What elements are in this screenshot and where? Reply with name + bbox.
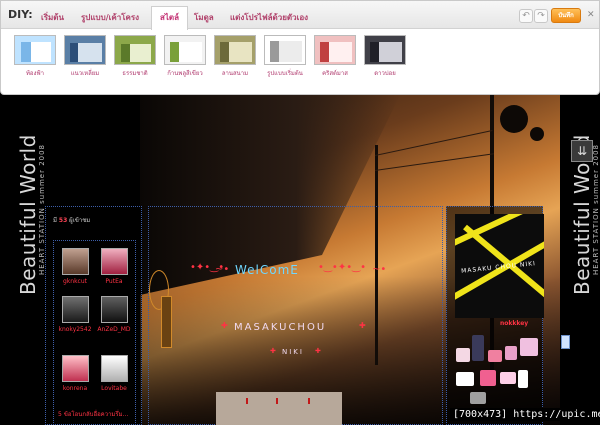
side-title-text: Beautiful World: [570, 134, 594, 295]
friend-name[interactable]: gknkcut: [57, 278, 93, 285]
image-host-watermark: [700x473] https://upic.me/: [450, 408, 600, 421]
friend-item[interactable]: gknkcut: [57, 248, 93, 285]
sparkle-decoration: ~•: [372, 264, 387, 275]
tab-layout[interactable]: รูปแบบ/เค้าโครง: [81, 11, 139, 24]
friend-item[interactable]: AnZeD_MD: [96, 296, 132, 333]
profile-banner: MASAKU CHOU NIKI: [455, 214, 544, 318]
tab-start[interactable]: เริ่มต้น: [41, 11, 64, 24]
star-icon: ✚: [359, 321, 366, 330]
photo-frame: [216, 392, 342, 425]
decor-dot: [530, 127, 544, 141]
left-sidebar: มี 53 ผู้เข้าชม gknkcut PutEa knoky2542 …: [45, 206, 142, 425]
sparkle-decoration: ~•: [215, 264, 230, 275]
sticker-tag: nokkkey: [500, 320, 529, 327]
sticker-icon: [488, 350, 502, 362]
star-icon: ✚: [315, 347, 321, 355]
decor-dot: [500, 105, 528, 133]
avatar[interactable]: [100, 296, 128, 323]
diy-label: DIY:: [8, 8, 33, 21]
theme-label: แนวเหลี่ยม: [70, 70, 100, 77]
theme-label: คริสต์มาส: [322, 70, 348, 77]
visitor-suffix: ผู้เข้าชม: [69, 217, 91, 224]
theme-thumbnail: [364, 35, 406, 65]
sticker-icon: [518, 370, 528, 388]
theme-label: ลานสนาม: [221, 70, 249, 77]
diy-toolbar: DIY: เริ่มต้น รูปแบบ/เค้าโครง สไตล์ โมดู…: [1, 1, 599, 30]
theme-christmas[interactable]: คริสต์มาส: [314, 35, 356, 78]
visitor-prefix: มี: [53, 217, 57, 224]
undo-icon[interactable]: ↶: [519, 9, 533, 23]
theme-stars[interactable]: ดาวบ่อย: [364, 35, 406, 78]
friend-name[interactable]: konrena: [57, 385, 93, 392]
theme-thumbnail: [264, 35, 306, 65]
friend-item[interactable]: konrena: [57, 355, 93, 392]
side-subtitle-text: HEART STATION summer 2008: [592, 143, 600, 275]
redo-icon[interactable]: ↷: [534, 9, 548, 23]
visitor-counter: มี 53 ผู้เข้าชม: [53, 215, 90, 225]
theme-green-leaf[interactable]: ก้านพลูสีเขียว: [164, 35, 206, 78]
avatar[interactable]: [61, 355, 89, 382]
friend-item[interactable]: Lovitabe: [96, 355, 132, 392]
sticker-icon: [470, 392, 486, 404]
theme-square[interactable]: แนวเหลี่ยม: [64, 35, 106, 78]
theme-label: ท้องฟ้า: [25, 70, 45, 77]
sticker-icon: [500, 372, 516, 384]
diy-panel: DIY: เริ่มต้น รูปแบบ/เค้าโครง สไตล์ โมดู…: [0, 0, 600, 95]
avatar[interactable]: [100, 355, 128, 382]
visitor-count: 53: [58, 217, 68, 224]
theme-thumbnail: [164, 35, 206, 65]
theme-thumbnail: [114, 35, 156, 65]
tab-module[interactable]: โมดูล: [194, 11, 214, 24]
avatar[interactable]: [100, 248, 128, 275]
theme-thumbnail: [14, 35, 56, 65]
bookmark-icon[interactable]: [561, 335, 570, 349]
theme-list: ท้องฟ้า แนวเหลี่ยม ธรรมชาติ ก้านพลูสีเขี…: [14, 35, 594, 85]
side-title-text: Beautiful World: [16, 134, 40, 295]
theme-thumbnail: [214, 35, 256, 65]
side-title-right: Beautiful World HEART STATION summer 200…: [570, 85, 600, 295]
sticker-icon: [520, 338, 538, 356]
theme-nature[interactable]: ธรรมชาติ: [114, 35, 156, 78]
tab-custom-profile[interactable]: แต่งโปรไฟล์ด้วยตัวเอง: [230, 11, 308, 24]
star-icon: ✚: [221, 321, 228, 330]
sticker-icon: [456, 348, 470, 362]
theme-thumbnail: [64, 35, 106, 65]
star-icon: ✚: [270, 347, 276, 355]
friend-name[interactable]: knoky2542: [57, 326, 93, 333]
friends-list: gknkcut PutEa knoky2542 AnZeD_MD konrena…: [53, 240, 136, 425]
sticker-icon: [456, 372, 474, 386]
friend-item[interactable]: PutEa: [96, 248, 132, 285]
tab-style[interactable]: สไตล์: [151, 6, 189, 30]
theme-label: รูปแบบเริ่มต้น: [267, 70, 303, 77]
friend-name[interactable]: PutEa: [96, 278, 132, 285]
theme-sky[interactable]: ท้องฟ้า: [14, 35, 56, 78]
hanging-tag: [161, 296, 172, 348]
sticker-icon: [472, 335, 484, 361]
welcome-heading: WelComE: [235, 263, 299, 277]
profile-nickname: NIKI: [282, 348, 304, 356]
sticker-icon: [480, 370, 496, 386]
theme-label: ธรรมชาติ: [122, 70, 148, 77]
sticker-icon: [505, 346, 517, 360]
theme-field[interactable]: ลานสนาม: [214, 35, 256, 78]
theme-thumbnail: [314, 35, 356, 65]
save-button[interactable]: บันทึก: [551, 8, 581, 23]
avatar[interactable]: [61, 248, 89, 275]
profile-owner-name: MASAKUCHOU: [234, 322, 327, 333]
friend-name[interactable]: Lovitabe: [96, 385, 132, 392]
friend-item[interactable]: knoky2542: [57, 296, 93, 333]
theme-default[interactable]: รูปแบบเริ่มต้น: [264, 35, 306, 78]
theme-label: ดาวบ่อย: [374, 70, 396, 77]
double-chevron-down-icon[interactable]: ⇊: [571, 140, 593, 162]
comment-link[interactable]: 5 ข้อโอนกลับอื่อความรึ่ม...: [58, 409, 128, 419]
close-icon[interactable]: ✕: [587, 10, 595, 20]
side-title-left: Beautiful World HEART STATION summer 200…: [16, 85, 48, 295]
friend-name[interactable]: AnZeD_MD: [96, 326, 132, 333]
avatar[interactable]: [61, 296, 89, 323]
theme-label: ก้านพลูสีเขียว: [167, 70, 203, 77]
sparkle-decoration: •‿•✦•‿•: [318, 262, 367, 273]
